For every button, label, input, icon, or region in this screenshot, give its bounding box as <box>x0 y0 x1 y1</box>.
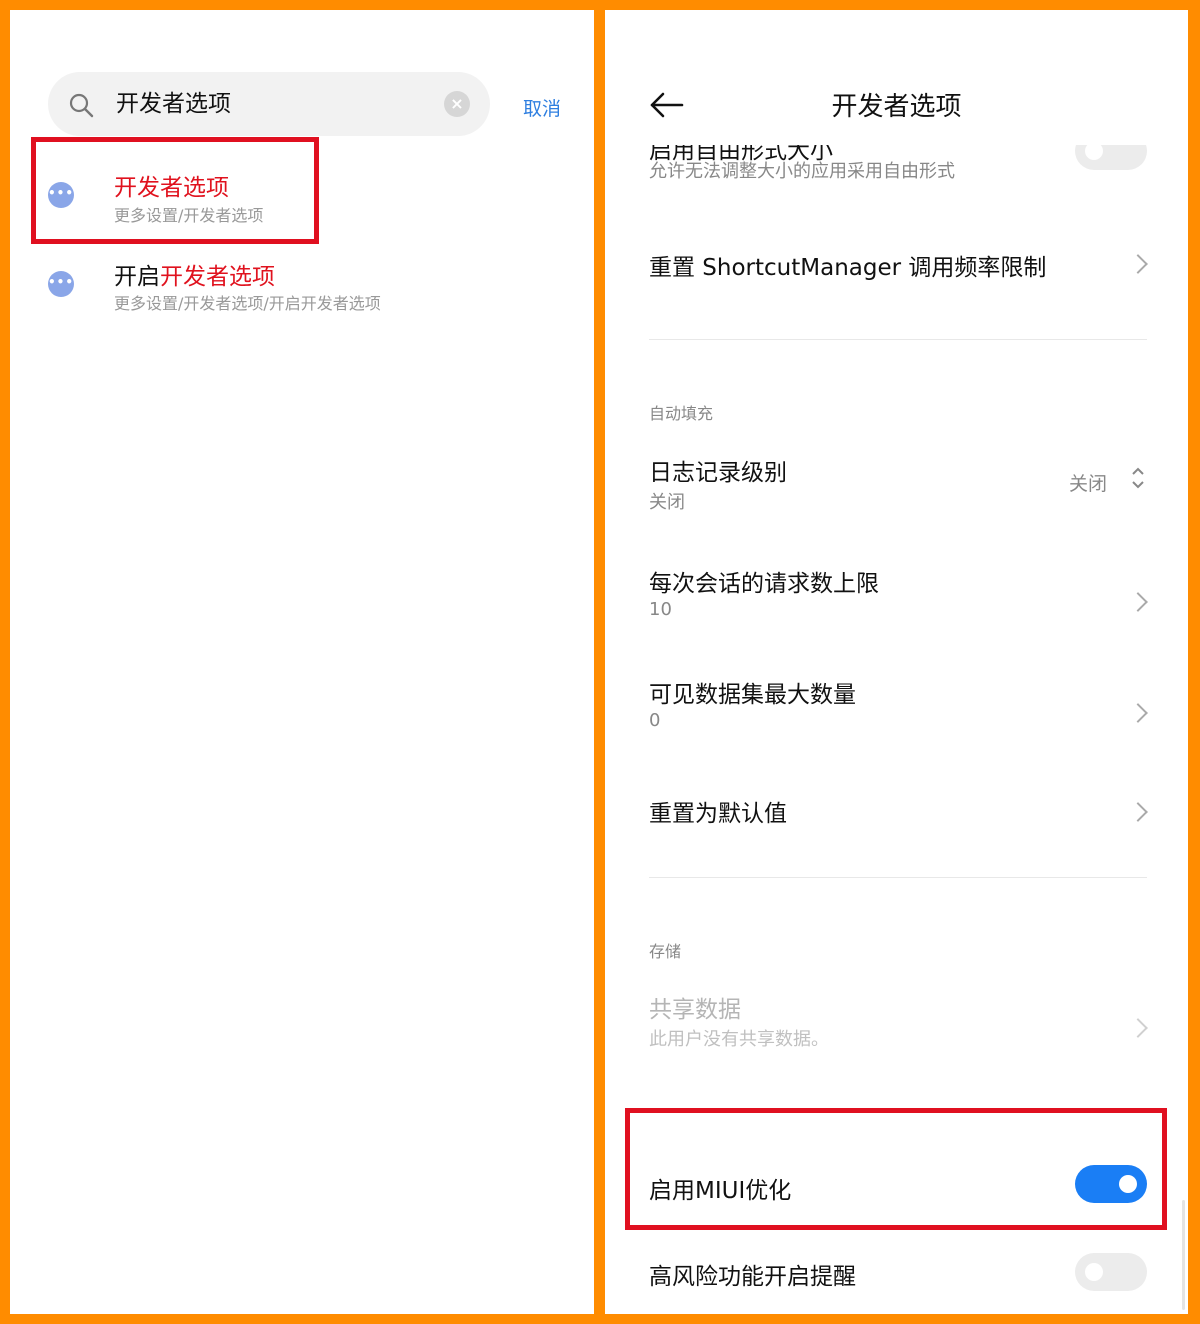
divider <box>649 339 1147 340</box>
row-subtitle: 0 <box>649 710 661 731</box>
risk-reminder-row[interactable]: 高风险功能开启提醒 <box>649 1251 1147 1295</box>
settings-list[interactable]: 启用自由形式大小 允许无法调整大小的应用采用自由形式 重置 ShortcutMa… <box>605 145 1188 1314</box>
reset-default-row[interactable]: 重置为默认值 <box>649 786 1148 836</box>
log-level-row[interactable]: 日志记录级别 关闭 关闭 <box>649 453 1147 513</box>
section-header-autofill: 自动填充 <box>649 404 714 423</box>
row-title: 每次会话的请求数上限 <box>649 571 879 597</box>
log-level-value: 关闭 <box>1068 473 1107 495</box>
developer-options-panel: 开发者选项 启用自由形式大小 允许无法调整大小的应用采用自由形式 重置 Shor… <box>605 10 1188 1314</box>
section-header-storage: 存储 <box>649 942 682 961</box>
result-title-highlight: 开发者选项 <box>160 264 275 290</box>
chevron-right-icon <box>1128 254 1148 274</box>
result-path: 更多设置/开发者选项/开启开发者选项 <box>114 294 381 313</box>
page-title: 开发者选项 <box>831 92 962 122</box>
row-subtitle: 关闭 <box>649 492 685 513</box>
chevron-right-icon <box>1128 1018 1148 1038</box>
row-title: 可见数据集最大数量 <box>649 682 856 708</box>
row-title: 高风险功能开启提醒 <box>649 1264 856 1290</box>
scrollbar[interactable] <box>1182 1200 1185 1310</box>
highlight-box <box>31 137 319 244</box>
freeform-toggle[interactable] <box>1075 145 1147 170</box>
row-title: 共享数据 <box>649 997 741 1023</box>
chevron-right-icon <box>1128 592 1148 612</box>
reset-shortcut-row[interactable]: 重置 ShortcutManager 调用频率限制 <box>649 240 1148 290</box>
freeform-size-row[interactable]: 启用自由形式大小 允许无法调整大小的应用采用自由形式 <box>649 145 1147 191</box>
row-subtitle: 此用户没有共享数据。 <box>649 1029 829 1050</box>
search-bar[interactable]: 开发者选项 × <box>48 72 490 136</box>
chevron-right-icon <box>1128 802 1148 822</box>
cancel-button[interactable]: 取消 <box>523 94 561 121</box>
risk-reminder-toggle[interactable] <box>1075 1253 1147 1291</box>
row-title: 重置 ShortcutManager 调用频率限制 <box>649 255 1047 281</box>
search-icon <box>69 93 94 118</box>
clear-icon[interactable]: × <box>444 91 470 117</box>
shared-data-row[interactable]: 共享数据 此用户没有共享数据。 <box>649 990 1148 1050</box>
max-requests-row[interactable]: 每次会话的请求数上限 10 <box>649 564 1148 624</box>
row-title: 日志记录级别 <box>649 460 787 486</box>
search-input[interactable]: 开发者选项 <box>116 72 231 136</box>
max-datasets-row[interactable]: 可见数据集最大数量 0 <box>649 675 1148 735</box>
row-subtitle: 10 <box>649 599 672 620</box>
search-result-item[interactable]: ••• 开启开发者选项 更多设置/开发者选项/开启开发者选项 <box>10 240 594 330</box>
divider <box>649 877 1147 878</box>
search-panel: 开发者选项 × 取消 ••• 开发者选项 更多设置/开发者选项 ••• 开启开发… <box>10 10 594 1314</box>
more-icon: ••• <box>48 271 74 297</box>
row-subtitle: 允许无法调整大小的应用采用自由形式 <box>649 161 955 182</box>
result-title: 开启开发者选项 <box>114 264 275 290</box>
up-down-icon <box>1132 467 1144 489</box>
highlight-box <box>625 1108 1167 1230</box>
row-title: 重置为默认值 <box>649 801 787 827</box>
chevron-right-icon <box>1128 703 1148 723</box>
